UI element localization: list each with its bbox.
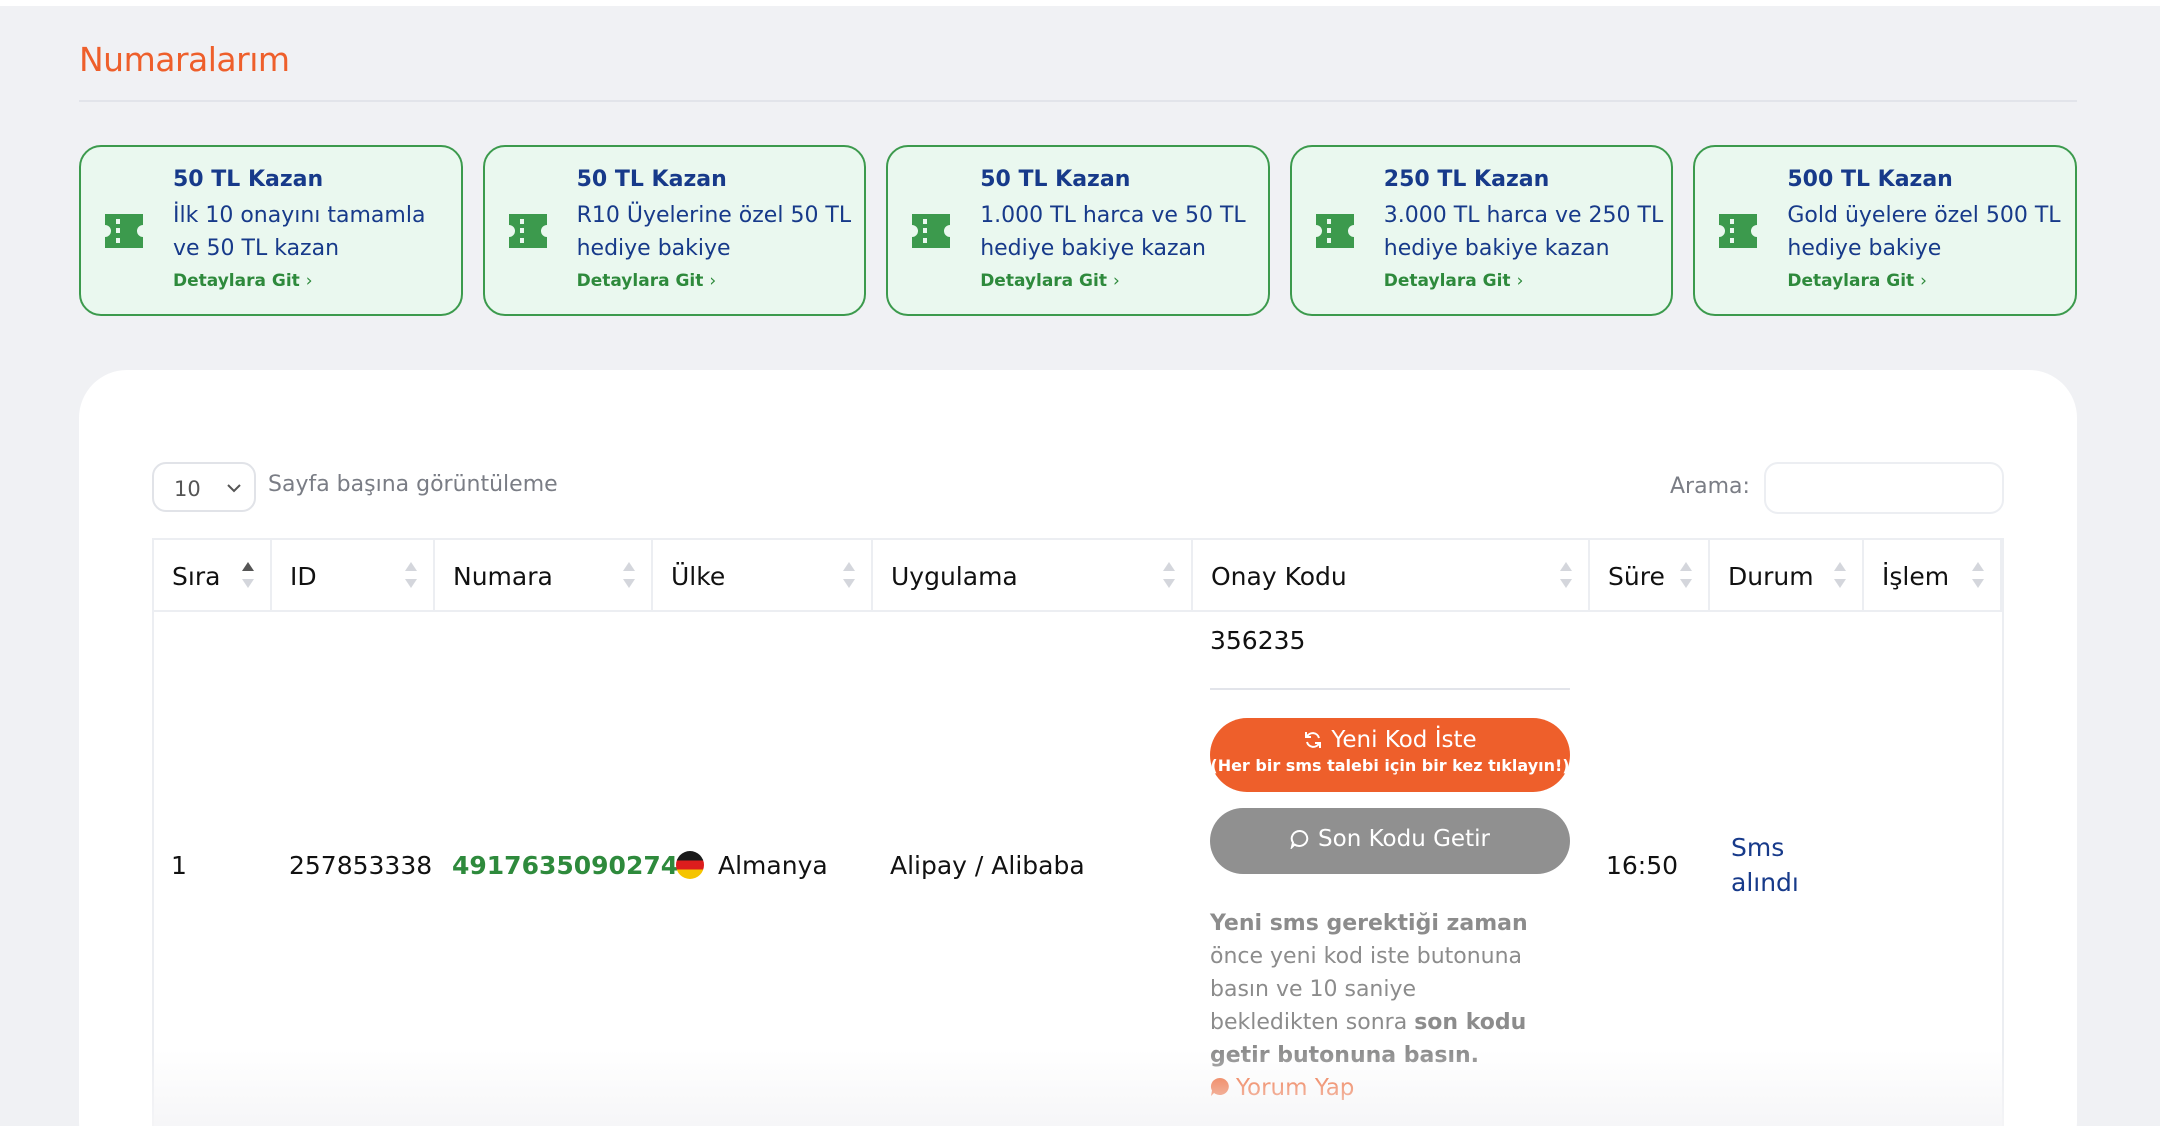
sort-icon	[843, 562, 855, 588]
chevron-right-icon: ›	[305, 271, 313, 291]
sort-icon	[1560, 562, 1572, 588]
get-last-code-label: Son Kodu Getir	[1318, 826, 1490, 852]
column-header-label: İşlem	[1882, 562, 1950, 591]
promo-details-link[interactable]: Detaylara Git ›	[1384, 269, 1664, 293]
page-length-label: Sayfa başına görüntüleme	[268, 472, 558, 497]
code-instructions: Yeni sms gerektiği zaman önce yeni kod i…	[1210, 907, 1550, 1072]
promo-card[interactable]: 50 TL Kazan İlk 10 onayını tamamla ve 50…	[79, 145, 463, 316]
cell-id: 257853338	[289, 851, 433, 880]
promo-link-label: Detaylara Git	[576, 271, 704, 291]
header-divider	[154, 610, 2002, 612]
promo-link-label: Detaylara Git	[1787, 271, 1915, 291]
promo-description: R10 Üyelerine özel 50 TL hediye bakiye	[576, 203, 852, 261]
ticket-icon	[1315, 214, 1354, 248]
column-header-uygulama[interactable]: Uygulama	[873, 540, 1193, 610]
country-name: Almanya	[718, 851, 828, 880]
promo-description: İlk 10 onayını tamamla ve 50 TL kazan	[173, 203, 426, 261]
promo-description: 3.000 TL harca ve 250 TL hediye bakiye k…	[1383, 203, 1664, 261]
column-header-sure[interactable]: Süre	[1590, 540, 1710, 610]
ticket-icon	[105, 214, 143, 248]
column-header-label: Sıra	[172, 562, 221, 591]
column-header-label: Süre	[1608, 562, 1665, 591]
cell-ulke: Almanya	[676, 851, 828, 880]
column-header-numara[interactable]: Numara	[435, 540, 653, 610]
column-header-id[interactable]: ID	[272, 540, 435, 610]
sort-icon	[1972, 562, 1984, 588]
promo-title: 50 TL Kazan	[576, 167, 727, 192]
germany-flag-icon	[676, 851, 704, 879]
chat-bubble-icon	[1290, 829, 1309, 849]
promo-link-label: Detaylara Git	[1383, 271, 1511, 291]
confirmation-code: 356235	[1210, 626, 1306, 655]
chevron-right-icon: ›	[1920, 271, 1927, 291]
promo-details-link[interactable]: Detaylara Git ›	[980, 269, 1260, 293]
promo-details-link[interactable]: Detaylara Git ›	[173, 269, 453, 293]
promo-title: 50 TL Kazan	[980, 167, 1131, 192]
chevron-right-icon: ›	[709, 271, 717, 291]
column-header-label: Uygulama	[891, 562, 1018, 591]
top-strip	[0, 0, 2160, 6]
ticket-icon	[1719, 214, 1758, 248]
column-header-islem[interactable]: İşlem	[1864, 540, 2002, 610]
comment-link[interactable]: Yorum Yap	[1210, 1075, 1354, 1101]
promo-card[interactable]: 50 TL Kazan 1.000 TL harca ve 50 TL hedi…	[886, 145, 1270, 316]
chevron-down-icon	[227, 484, 241, 493]
promo-card[interactable]: 50 TL Kazan R10 Üyelerine özel 50 TL hed…	[482, 145, 867, 316]
chevron-right-icon: ›	[1112, 271, 1120, 291]
column-header-durum[interactable]: Durum	[1710, 540, 1864, 610]
cell-durum: Sms alındı	[1731, 833, 1799, 897]
promo-card[interactable]: 250 TL Kazan 3.000 TL harca ve 250 TL he…	[1289, 145, 1674, 316]
promo-row: 50 TL Kazan İlk 10 onayını tamamla ve 50…	[79, 145, 2077, 316]
search-input[interactable]	[1764, 462, 2004, 514]
column-header-label: Onay Kodu	[1211, 562, 1347, 591]
column-header-ulke[interactable]: Ülke	[653, 540, 873, 610]
numbers-table: Sıra ID Numara Ülke Uygulama Onay Kodu S…	[152, 538, 2004, 1126]
column-header-label: Numara	[453, 562, 553, 591]
ticket-icon	[912, 214, 951, 248]
cell-numara[interactable]: 4917635090274	[452, 851, 678, 880]
get-last-code-button[interactable]: Son Kodu Getir	[1210, 808, 1570, 874]
column-header-sira[interactable]: Sıra	[154, 540, 272, 610]
cell-sure: 16:50	[1606, 851, 1679, 880]
promo-link-label: Detaylara Git	[980, 271, 1107, 291]
sort-icon	[405, 562, 417, 588]
column-header-label: Durum	[1728, 562, 1814, 591]
comment-icon	[1210, 1077, 1229, 1096]
request-new-code-note: (Her bir sms talebi için bir kez tıklayı…	[1210, 756, 1570, 775]
sort-icon	[623, 562, 635, 588]
refresh-icon	[1305, 732, 1322, 748]
page-length-value: 10	[174, 477, 201, 501]
search-label: Arama:	[1670, 474, 1750, 499]
chevron-right-icon: ›	[1516, 271, 1524, 291]
column-header-onay-kodu[interactable]: Onay Kodu	[1193, 540, 1590, 610]
request-new-code-label: Yeni Kod İste	[1331, 727, 1477, 753]
promo-link-label: Detaylara Git	[173, 271, 300, 291]
cell-sira: 1	[171, 851, 187, 880]
promo-title: 500 TL Kazan	[1787, 167, 1953, 192]
promo-description: 1.000 TL harca ve 50 TL hediye bakiye ka…	[980, 203, 1246, 261]
promo-title: 250 TL Kazan	[1383, 167, 1550, 192]
sort-icon	[1834, 562, 1846, 588]
sort-ascending-icon	[242, 562, 254, 588]
cell-uygulama: Alipay / Alibaba	[890, 851, 1085, 880]
request-new-code-button[interactable]: Yeni Kod İste (Her bir sms talebi için b…	[1210, 718, 1570, 792]
column-header-label: ID	[290, 562, 317, 591]
title-divider	[79, 100, 2077, 102]
comment-label: Yorum Yap	[1236, 1075, 1355, 1101]
promo-title: 50 TL Kazan	[173, 167, 324, 192]
sort-icon	[1163, 562, 1175, 588]
sort-icon	[1680, 562, 1692, 588]
hint-bold-start: Yeni sms gerektiği zaman	[1210, 911, 1528, 936]
page-length-select[interactable]: 10	[152, 462, 256, 512]
page-title: Numaralarım	[79, 40, 290, 79]
promo-details-link[interactable]: Detaylara Git ›	[1787, 269, 2067, 293]
code-divider	[1210, 688, 1570, 690]
promo-description: Gold üyelere özel 500 TL hediye bakiye	[1787, 203, 2061, 261]
ticket-icon	[508, 214, 547, 248]
promo-card[interactable]: 500 TL Kazan Gold üyelere özel 500 TL he…	[1693, 145, 2077, 316]
column-header-label: Ülke	[671, 562, 726, 591]
promo-details-link[interactable]: Detaylara Git ›	[577, 269, 857, 293]
